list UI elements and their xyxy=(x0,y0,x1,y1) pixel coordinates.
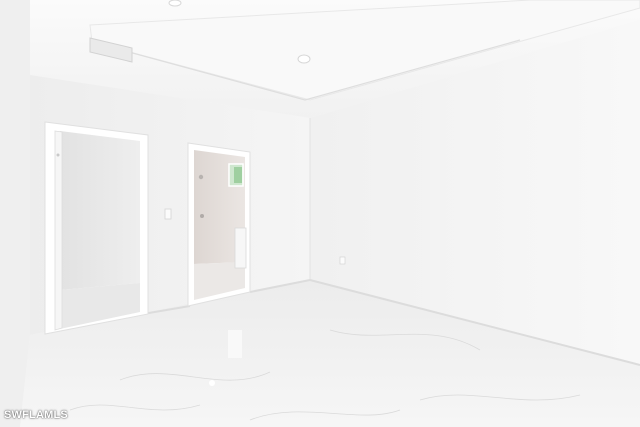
room-scene xyxy=(0,0,640,427)
light-switch xyxy=(164,208,172,220)
bathroom-window-glass xyxy=(234,167,242,183)
room-photo: SWFLAMLS xyxy=(0,0,640,427)
recessed-light xyxy=(168,0,182,7)
floor-reflection xyxy=(228,330,242,358)
door-hinge xyxy=(56,153,60,157)
recessed-light xyxy=(297,54,311,64)
wall-outlet xyxy=(339,256,346,265)
shower-fixture xyxy=(198,174,204,180)
mls-watermark: SWFLAMLS xyxy=(4,409,68,421)
bathroom-vanity xyxy=(234,227,247,269)
closet-interior xyxy=(60,131,140,290)
left-wall xyxy=(0,0,30,427)
floor-reflection xyxy=(209,380,215,386)
shower-valve xyxy=(200,214,204,218)
open-door xyxy=(54,130,63,331)
